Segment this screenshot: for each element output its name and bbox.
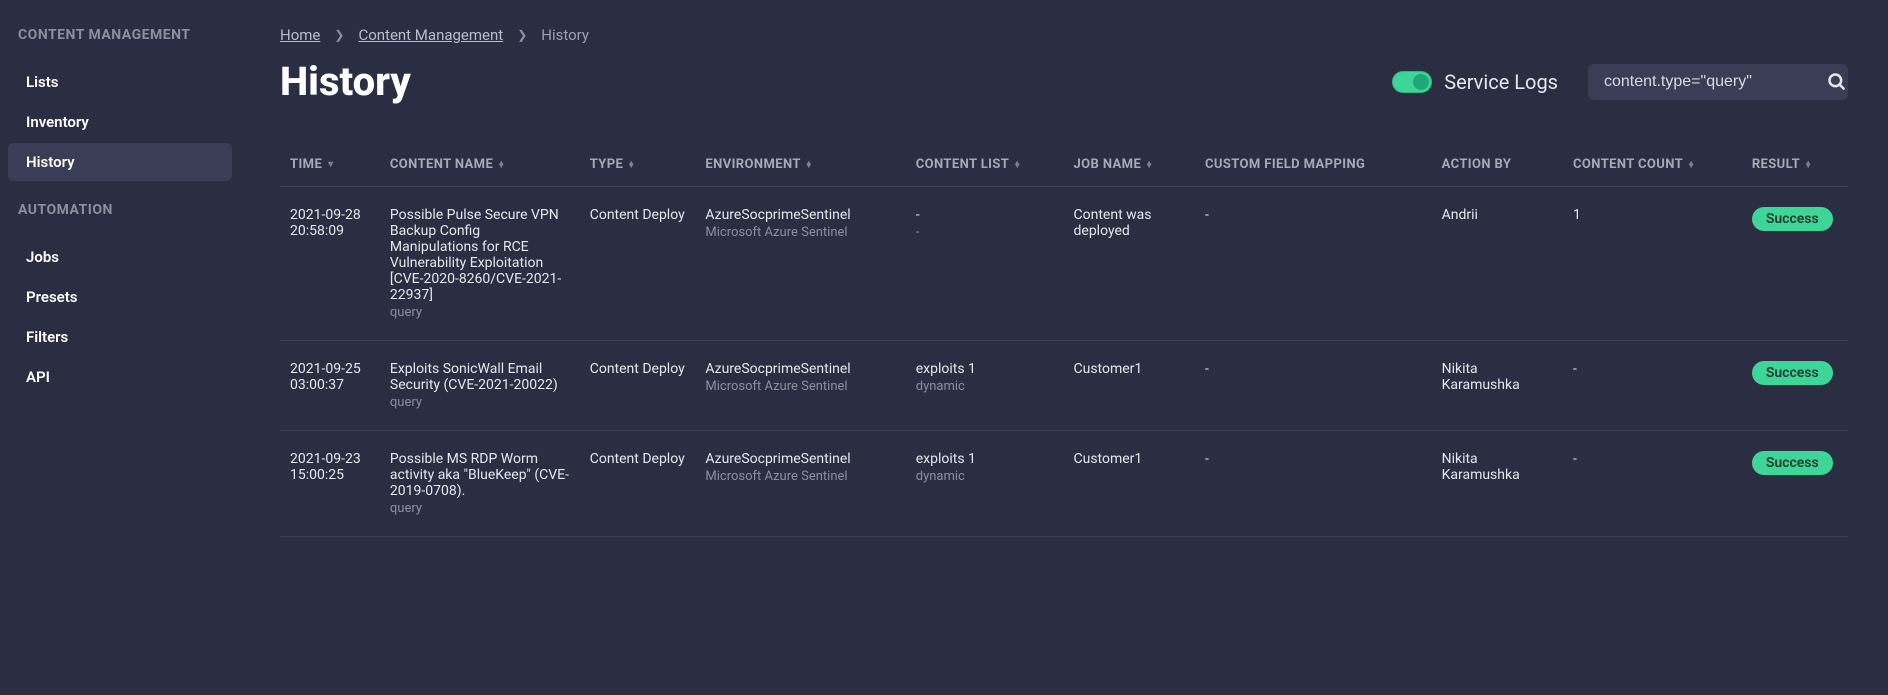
status-badge: Success [1752,361,1833,385]
cell-action-by: Nikita Karamushka [1432,341,1563,431]
breadcrumb-current: History [541,26,589,44]
cell-count: 1 [1563,187,1742,341]
sort-icon [807,161,811,169]
sidebar-item-api[interactable]: API [8,358,232,396]
cell-content-name: Possible Pulse Secure VPN Backup Config … [380,187,580,341]
sort-icon [629,161,633,169]
status-badge: Success [1752,451,1833,475]
col-content-list[interactable]: CONTENT LIST [906,145,1064,187]
cell-content-list: exploits 1 dynamic [906,341,1064,431]
col-type[interactable]: TYPE [580,145,696,187]
sidebar-item-lists[interactable]: Lists [8,63,232,101]
cell-count: - [1563,431,1742,537]
cell-content-name: Exploits SonicWall Email Security (CVE-2… [380,341,580,431]
search-box[interactable] [1588,64,1848,100]
sort-icon [499,161,503,169]
cell-time: 2021-09-28 20:58:09 [280,187,380,341]
cell-content-list: exploits 1 dynamic [906,431,1064,537]
cell-result: Success [1742,187,1848,341]
breadcrumb-home[interactable]: Home [280,26,320,44]
sidebar-item-inventory[interactable]: Inventory [8,103,232,141]
status-badge: Success [1752,207,1833,231]
cell-time: 2021-09-25 03:00:37 [280,341,380,431]
cell-type: Content Deploy [580,431,696,537]
sort-icon [1147,161,1151,169]
cell-job-name: Content was deployed [1064,187,1195,341]
breadcrumb-content-management[interactable]: Content Management [358,26,503,44]
cell-type: Content Deploy [580,341,696,431]
col-environment[interactable]: ENVIRONMENT [695,145,905,187]
sidebar-item-filters[interactable]: Filters [8,318,232,356]
cell-result: Success [1742,341,1848,431]
service-logs-toggle-group: Service Logs [1392,70,1558,94]
sort-icon [1689,161,1693,169]
col-action-by: ACTION BY [1432,145,1563,187]
table-row[interactable]: 2021-09-28 20:58:09 Possible Pulse Secur… [280,187,1848,341]
table-row[interactable]: 2021-09-23 15:00:25 Possible MS RDP Worm… [280,431,1848,537]
search-icon[interactable] [1827,72,1847,92]
cell-environment: AzureSocprimeSentinel Microsoft Azure Se… [695,431,905,537]
cell-action-by: Andrii [1432,187,1563,341]
sidebar-item-history[interactable]: History [8,143,232,181]
page-header: History Service Logs [280,58,1848,105]
col-content-name[interactable]: CONTENT NAME [380,145,580,187]
sidebar-section-content-mgmt: CONTENT MANAGEMENT [0,26,240,45]
cell-action-by: Nikita Karamushka [1432,431,1563,537]
sidebar-section-automation: AUTOMATION [0,201,240,220]
history-table: TIME CONTENT NAME TYPE ENVIRONMENT CONTE… [280,145,1848,537]
cell-type: Content Deploy [580,187,696,341]
cell-environment: AzureSocprimeSentinel Microsoft Azure Se… [695,187,905,341]
cell-result: Success [1742,431,1848,537]
chevron-right-icon: ❯ [517,28,527,42]
service-logs-label: Service Logs [1444,70,1558,94]
cell-environment: AzureSocprimeSentinel Microsoft Azure Se… [695,341,905,431]
sort-icon [1806,161,1810,169]
table-row[interactable]: 2021-09-25 03:00:37 Exploits SonicWall E… [280,341,1848,431]
chevron-right-icon: ❯ [334,28,344,42]
cell-custom: - [1195,187,1432,341]
cell-custom: - [1195,341,1432,431]
cell-count: - [1563,341,1742,431]
sidebar-item-presets[interactable]: Presets [8,278,232,316]
search-input[interactable] [1602,72,1813,92]
cell-content-list: - - [906,187,1064,341]
breadcrumb: Home ❯ Content Management ❯ History [280,26,1848,44]
service-logs-toggle[interactable] [1392,71,1432,93]
table-header-row: TIME CONTENT NAME TYPE ENVIRONMENT CONTE… [280,145,1848,187]
cell-job-name: Customer1 [1064,341,1195,431]
sidebar-item-jobs[interactable]: Jobs [8,238,232,276]
col-content-count[interactable]: CONTENT COUNT [1563,145,1742,187]
col-custom-field-mapping: CUSTOM FIELD MAPPING [1195,145,1432,187]
col-result[interactable]: RESULT [1742,145,1848,187]
cell-time: 2021-09-23 15:00:25 [280,431,380,537]
cell-job-name: Customer1 [1064,431,1195,537]
page-title: History [280,58,411,105]
col-time[interactable]: TIME [280,145,380,187]
sort-desc-icon [328,160,333,170]
main-content: Home ❯ Content Management ❯ History Hist… [240,0,1888,695]
cell-content-name: Possible MS RDP Worm activity aka "BlueK… [380,431,580,537]
col-job-name[interactable]: JOB NAME [1064,145,1195,187]
cell-custom: - [1195,431,1432,537]
sort-icon [1015,161,1019,169]
sidebar: CONTENT MANAGEMENT Lists Inventory Histo… [0,0,240,695]
